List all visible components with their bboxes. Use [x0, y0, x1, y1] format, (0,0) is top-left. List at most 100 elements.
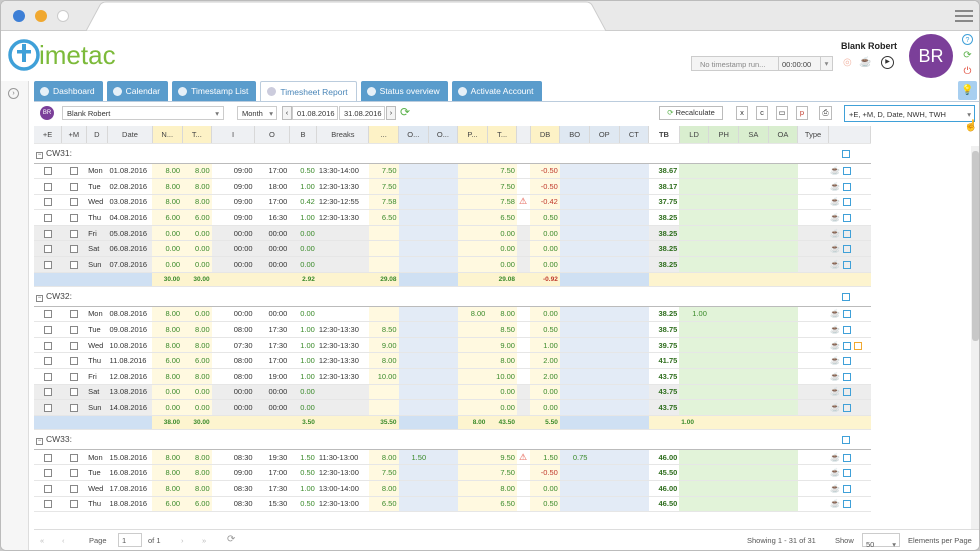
- report-icon[interactable]: [843, 310, 852, 319]
- cup-icon[interactable]: ☕: [830, 356, 840, 365]
- cup-icon[interactable]: ☕: [830, 484, 840, 493]
- cup-icon[interactable]: ☕: [830, 387, 840, 396]
- table-row[interactable]: Mon 08.08.2016 8.00 0.00 00:00 00:00 0.00 8.00 8…: [34, 306, 871, 323]
- actions-cell[interactable]: ☕: [828, 256, 871, 273]
- cup-icon[interactable]: ☕: [830, 468, 840, 477]
- first-page-icon[interactable]: «: [40, 536, 44, 545]
- report-icon[interactable]: [842, 292, 851, 301]
- report-icon[interactable]: [843, 198, 852, 207]
- tab-activate-account[interactable]: Activate Account: [451, 81, 542, 101]
- checkbox[interactable]: [43, 372, 52, 381]
- week-group-row[interactable]: − CW32:: [34, 286, 871, 307]
- collapse-icon[interactable]: −: [36, 151, 43, 159]
- refresh-icon[interactable]: ⟳: [962, 50, 973, 61]
- table-row[interactable]: Wed 17.08.2016 8.00 8.00 08:30 17:30 1.00 13:00…: [34, 480, 871, 497]
- checkbox[interactable]: [43, 310, 52, 319]
- week-report-cell[interactable]: [828, 143, 871, 164]
- checkbox[interactable]: [43, 404, 52, 413]
- column-header[interactable]: [828, 126, 871, 144]
- columns-select[interactable]: +E, +M, D, Date, NWH, TWH ▾: [844, 105, 975, 122]
- note-icon[interactable]: [854, 341, 863, 350]
- user-avatar[interactable]: BR: [909, 34, 953, 78]
- actions-cell[interactable]: ☕: [828, 306, 871, 323]
- cup-icon[interactable]: ☕: [830, 453, 840, 462]
- cup-icon[interactable]: ☕: [830, 309, 840, 318]
- checkbox[interactable]: [43, 182, 52, 191]
- power-icon[interactable]: ⏻: [962, 66, 973, 77]
- collapse-icon[interactable]: −: [36, 437, 43, 445]
- column-header[interactable]: T...: [487, 126, 518, 144]
- checkbox[interactable]: [69, 404, 78, 413]
- actions-cell[interactable]: ☕: [828, 384, 871, 401]
- column-header[interactable]: CT: [619, 126, 650, 144]
- table-row[interactable]: Tue 16.08.2016 8.00 8.00 09:00 17:00 0.50 12:30…: [34, 464, 871, 481]
- table-row[interactable]: Sun 14.08.2016 0.00 0.00 00:00 00:00 0.00 0.00 0…: [34, 399, 871, 416]
- table-row[interactable]: Sat 13.08.2016 0.00 0.00 00:00 00:00 0.00 0.00 0…: [34, 384, 871, 401]
- week-group-row[interactable]: − CW33:: [34, 429, 871, 450]
- week-group-row[interactable]: − CW31:: [34, 143, 871, 164]
- per-page-select[interactable]: 50 ▾: [862, 533, 900, 549]
- checkbox[interactable]: [43, 469, 52, 478]
- table-row[interactable]: Thu 11.08.2016 6.00 6.00 08:00 17:00 1.00 12:30…: [34, 352, 871, 370]
- menu-icon[interactable]: [955, 8, 973, 24]
- checkbox[interactable]: [43, 229, 52, 238]
- collapse-icon[interactable]: −: [36, 294, 43, 302]
- actions-cell[interactable]: ☕: [828, 337, 871, 354]
- column-header[interactable]: PH: [708, 126, 740, 144]
- checkbox[interactable]: [69, 326, 78, 335]
- cup-icon[interactable]: ☕: [830, 213, 840, 222]
- column-header[interactable]: Type: [797, 126, 829, 144]
- week-group-header[interactable]: − CW33:: [34, 429, 829, 450]
- week-report-cell[interactable]: [828, 286, 871, 307]
- report-icon[interactable]: [843, 484, 852, 493]
- page-input[interactable]: 1: [118, 533, 142, 547]
- checkbox[interactable]: [69, 388, 78, 397]
- week-group-header[interactable]: − CW32:: [34, 286, 829, 307]
- report-icon[interactable]: [843, 388, 852, 397]
- table-row[interactable]: Fri 05.08.2016 0.00 0.00 00:00 00:00 0.00 0.00 0…: [34, 225, 871, 242]
- report-icon[interactable]: [843, 326, 852, 335]
- report-icon[interactable]: [843, 357, 852, 366]
- cup-icon[interactable]: ☕: [830, 403, 840, 412]
- column-header[interactable]: SA: [738, 126, 769, 144]
- cup-icon[interactable]: ☕: [830, 229, 840, 238]
- checkbox[interactable]: [43, 245, 52, 254]
- cup-icon[interactable]: ☕: [830, 182, 840, 191]
- recalculate-button[interactable]: ⟳ Recalculate: [659, 106, 723, 120]
- checkbox[interactable]: [43, 484, 52, 493]
- checkbox[interactable]: [43, 357, 52, 366]
- checkbox[interactable]: [69, 469, 78, 478]
- actions-cell[interactable]: ☕: [828, 194, 871, 211]
- report-icon[interactable]: [843, 341, 852, 350]
- browser-tab[interactable]: [86, 1, 606, 31]
- report-icon[interactable]: [843, 229, 852, 238]
- play-icon[interactable]: ▶: [881, 56, 894, 69]
- maximize-dot-icon[interactable]: [57, 10, 69, 22]
- checkbox[interactable]: [43, 260, 52, 269]
- last-page-icon[interactable]: »: [202, 536, 206, 545]
- checkbox[interactable]: [69, 453, 78, 462]
- column-header[interactable]: O...: [398, 126, 429, 144]
- checkbox[interactable]: [69, 198, 78, 207]
- tab-timesheet-report[interactable]: Timesheet Report: [260, 81, 357, 101]
- actions-cell[interactable]: ☕: [828, 464, 871, 481]
- column-header[interactable]: OA: [768, 126, 799, 144]
- stop-icon[interactable]: ◎: [843, 57, 852, 68]
- report-icon[interactable]: [843, 260, 852, 269]
- warning-icon[interactable]: ⚠: [519, 196, 527, 206]
- table-row[interactable]: Fri 12.08.2016 8.00 8.00 08:00 19:00 1.00 12:30…: [34, 368, 871, 385]
- export-excel-icon[interactable]: x: [736, 106, 748, 120]
- cup-icon[interactable]: ☕: [830, 166, 840, 175]
- checkbox[interactable]: [43, 214, 52, 223]
- report-icon[interactable]: [843, 182, 852, 191]
- next-period-button[interactable]: ›: [386, 106, 396, 120]
- column-header[interactable]: OP: [589, 126, 620, 144]
- date-from-input[interactable]: 01.08.2016: [292, 106, 338, 120]
- column-header[interactable]: DB: [530, 126, 561, 144]
- checkbox[interactable]: [43, 388, 52, 397]
- next-page-icon[interactable]: ›: [181, 536, 184, 545]
- checkbox[interactable]: [69, 341, 78, 350]
- checkbox[interactable]: [69, 167, 78, 176]
- actions-cell[interactable]: ☕: [828, 496, 871, 513]
- export-pdf-icon[interactable]: p: [796, 106, 808, 120]
